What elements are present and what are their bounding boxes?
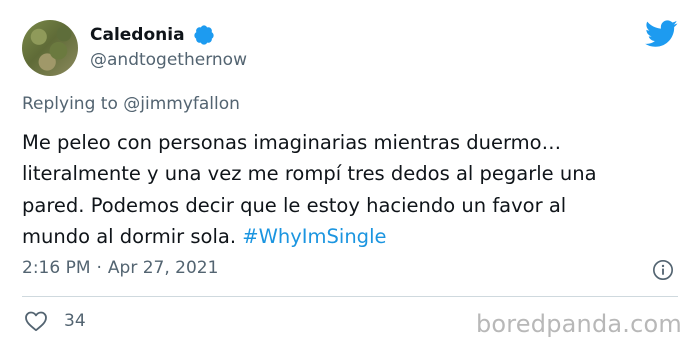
hashtag-link[interactable]: #WhyImSingle — [242, 225, 386, 248]
replying-label: Replying to — [22, 94, 118, 114]
tweet-text-line: pared. Podemos decir que le estoy hacien… — [22, 193, 567, 217]
tweet-text-line: mundo al dormir sola. — [22, 224, 243, 248]
tweet-date: Apr 27, 2021 — [107, 258, 219, 278]
divider — [22, 296, 678, 297]
tweet-timestamp[interactable]: 2:16 PM · Apr 27, 2021 — [22, 258, 218, 278]
tweet-card: Caledonia @andtogethernow Replying to @j… — [0, 0, 700, 347]
tweet-text-line: literalmente y una vez me rompí tres ded… — [22, 162, 597, 186]
tweet-text: Me peleo con personas imaginarias mientr… — [22, 127, 662, 252]
author-handle[interactable]: @andtogethernow — [90, 50, 247, 70]
twitter-bird-icon[interactable] — [645, 20, 678, 48]
avatar[interactable] — [22, 20, 78, 76]
display-name[interactable]: Caledonia — [90, 25, 185, 45]
like-count: 34 — [64, 311, 86, 331]
author-name-row: Caledonia — [90, 22, 215, 48]
replying-to: Replying to @jimmyfallon — [22, 94, 240, 114]
verified-badge-icon — [193, 25, 214, 45]
replying-to-handle[interactable]: @jimmyfallon — [123, 94, 240, 114]
meta-separator: · — [96, 258, 102, 278]
heart-icon[interactable] — [24, 310, 48, 332]
watermark: boredpanda.com — [475, 310, 682, 338]
like-action[interactable]: 34 — [24, 310, 86, 332]
tweet-text-line-last: mundo al dormir sola. #WhyImSingle — [22, 221, 662, 252]
info-icon[interactable] — [652, 259, 674, 281]
tweet-text-line: Me peleo con personas imaginarias mientr… — [22, 131, 562, 154]
tweet-time: 2:16 PM — [22, 258, 91, 278]
